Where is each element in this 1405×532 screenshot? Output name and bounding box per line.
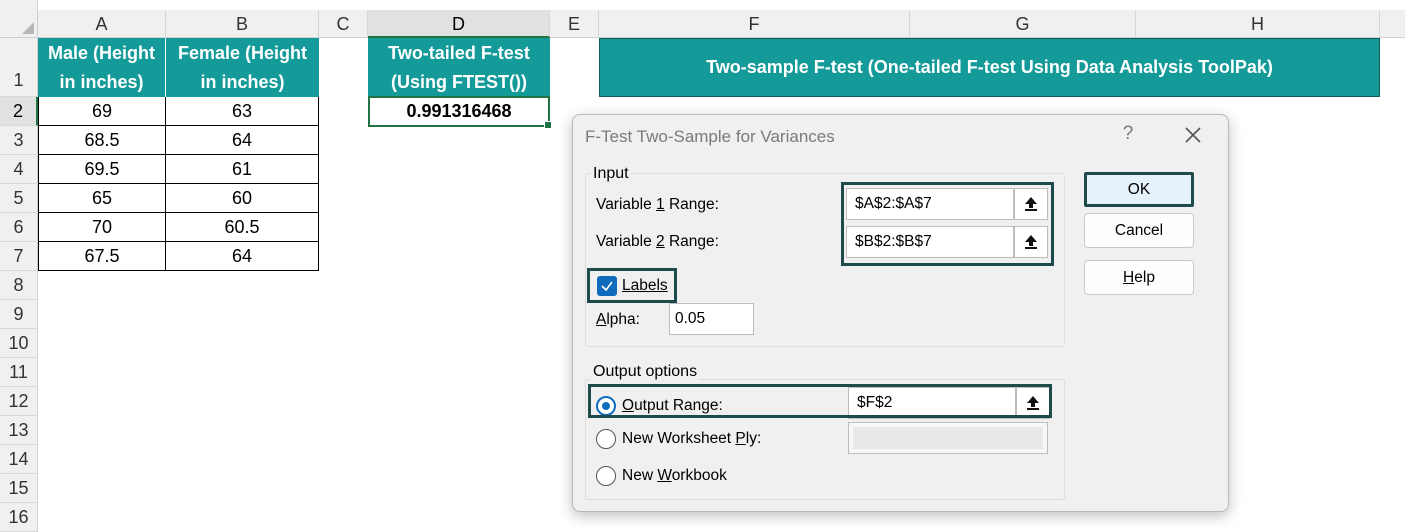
- variable1-collapse-button[interactable]: [1014, 188, 1048, 220]
- male-header-line1: Male (Height: [47, 42, 155, 63]
- new-workbook-radio[interactable]: [596, 466, 616, 486]
- variable2-collapse-button[interactable]: [1014, 226, 1048, 258]
- row-header-4[interactable]: 4: [0, 155, 38, 184]
- output-options-label: Output options: [591, 363, 700, 381]
- collapse-arrow-icon: [1025, 197, 1037, 211]
- labels-checkbox[interactable]: [597, 276, 617, 296]
- column-header-e[interactable]: E: [550, 10, 599, 38]
- row-header-13[interactable]: 13: [0, 416, 38, 445]
- close-icon[interactable]: [1181, 123, 1205, 147]
- variable1-label: Variable 1 Range:: [596, 196, 719, 213]
- checkmark-icon: [601, 281, 613, 292]
- cell-b4[interactable]: 61: [166, 155, 319, 184]
- column-header-next[interactable]: [1380, 10, 1405, 38]
- row-header-11[interactable]: 11: [0, 358, 38, 387]
- ftest-header-text: Two-tailed F-test (Using FTEST()): [388, 39, 530, 97]
- cell-a4[interactable]: 69.5: [38, 155, 166, 184]
- help-button[interactable]: Help: [1084, 260, 1194, 295]
- variable2-label: Variable 2 Range:: [596, 233, 719, 250]
- row-header-10[interactable]: 10: [0, 329, 38, 358]
- output-range-label[interactable]: Output Range:: [622, 397, 723, 415]
- row-header-15[interactable]: 15: [0, 474, 38, 503]
- new-worksheet-input-disabled-fill: [853, 427, 1043, 449]
- row-header-5[interactable]: 5: [0, 184, 38, 213]
- input-group-label: Input: [591, 165, 631, 183]
- new-workbook-label[interactable]: New Workbook: [622, 467, 727, 485]
- female-header-line2: in inches): [200, 71, 285, 92]
- row-header-2[interactable]: 2: [0, 97, 38, 126]
- row-header-3[interactable]: 3: [0, 126, 38, 155]
- ftest-dialog: F-Test Two-Sample for Variances ? Input …: [572, 114, 1229, 512]
- alpha-input[interactable]: 0.05: [669, 303, 754, 335]
- male-header-line2: in inches): [59, 71, 144, 92]
- cancel-button[interactable]: Cancel: [1084, 213, 1194, 248]
- row-header-9[interactable]: 9: [0, 300, 38, 329]
- cell-a1-male-header[interactable]: Male (Height in inches): [38, 38, 166, 97]
- column-header-g[interactable]: G: [910, 10, 1136, 38]
- labels-checkbox-label[interactable]: Labels: [622, 277, 668, 295]
- row-header-6[interactable]: 6: [0, 213, 38, 242]
- cell-b3[interactable]: 64: [166, 126, 319, 155]
- column-header-d[interactable]: D: [368, 10, 550, 38]
- ftest-header-line2: (Using FTEST()): [391, 71, 527, 92]
- female-header-text: Female (Height in inches): [178, 39, 307, 97]
- male-header-text: Male (Height in inches): [48, 39, 155, 97]
- column-header-f[interactable]: F: [599, 10, 910, 38]
- row-header-1[interactable]: 1: [0, 38, 38, 97]
- row-header-14[interactable]: 14: [0, 445, 38, 474]
- select-all-triangle-icon: [22, 22, 34, 34]
- column-header-a[interactable]: A: [38, 10, 166, 38]
- cell-a2[interactable]: 69: [38, 97, 166, 126]
- ftest-value: 0.991316468: [406, 101, 512, 121]
- cell-a6[interactable]: 70: [38, 213, 166, 242]
- help-icon[interactable]: ?: [1118, 123, 1138, 145]
- cell-a5[interactable]: 65: [38, 184, 166, 213]
- collapse-arrow-icon: [1027, 396, 1039, 410]
- output-range-radio[interactable]: [596, 396, 616, 416]
- column-header-h[interactable]: H: [1136, 10, 1380, 38]
- output-range-collapse-button[interactable]: [1016, 387, 1050, 419]
- cell-b7[interactable]: 64: [166, 242, 319, 271]
- variable1-range-input[interactable]: $A$2:$A$7: [846, 188, 1014, 220]
- select-all-corner[interactable]: [0, 0, 38, 38]
- cell-a7[interactable]: 67.5: [38, 242, 166, 271]
- row-header-7[interactable]: 7: [0, 242, 38, 271]
- fill-handle[interactable]: [544, 121, 552, 129]
- collapse-arrow-icon: [1025, 235, 1037, 249]
- row-header-8[interactable]: 8: [0, 271, 38, 300]
- female-header-line1: Female (Height: [177, 42, 308, 63]
- new-worksheet-radio[interactable]: [596, 429, 616, 449]
- ftest-header-line1: Two-tailed F-test: [388, 42, 530, 63]
- new-worksheet-label[interactable]: New Worksheet Ply:: [622, 430, 761, 448]
- alpha-label: Alpha:: [596, 311, 640, 328]
- column-header-b[interactable]: B: [166, 10, 319, 38]
- cell-b5[interactable]: 60: [166, 184, 319, 213]
- cell-a3[interactable]: 68.5: [38, 126, 166, 155]
- cell-b6[interactable]: 60.5: [166, 213, 319, 242]
- row-header-16[interactable]: 16: [0, 503, 38, 532]
- new-worksheet-input[interactable]: [848, 422, 1048, 454]
- output-range-input[interactable]: $F$2: [848, 387, 1016, 419]
- cell-d2-active[interactable]: 0.991316468: [368, 96, 552, 129]
- cell-d1-ftest-header[interactable]: Two-tailed F-test (Using FTEST()): [368, 38, 550, 97]
- dialog-title: F-Test Two-Sample for Variances: [585, 127, 835, 146]
- column-header-c[interactable]: C: [319, 10, 368, 38]
- cell-f1-banner[interactable]: Two-sample F-test (One-tailed F-test Usi…: [599, 38, 1380, 97]
- ok-button[interactable]: OK: [1084, 172, 1194, 207]
- variable2-range-input[interactable]: $B$2:$B$7: [846, 226, 1014, 258]
- cell-b2[interactable]: 63: [166, 97, 319, 126]
- cell-b1-female-header[interactable]: Female (Height in inches): [166, 38, 319, 97]
- row-header-12[interactable]: 12: [0, 387, 38, 416]
